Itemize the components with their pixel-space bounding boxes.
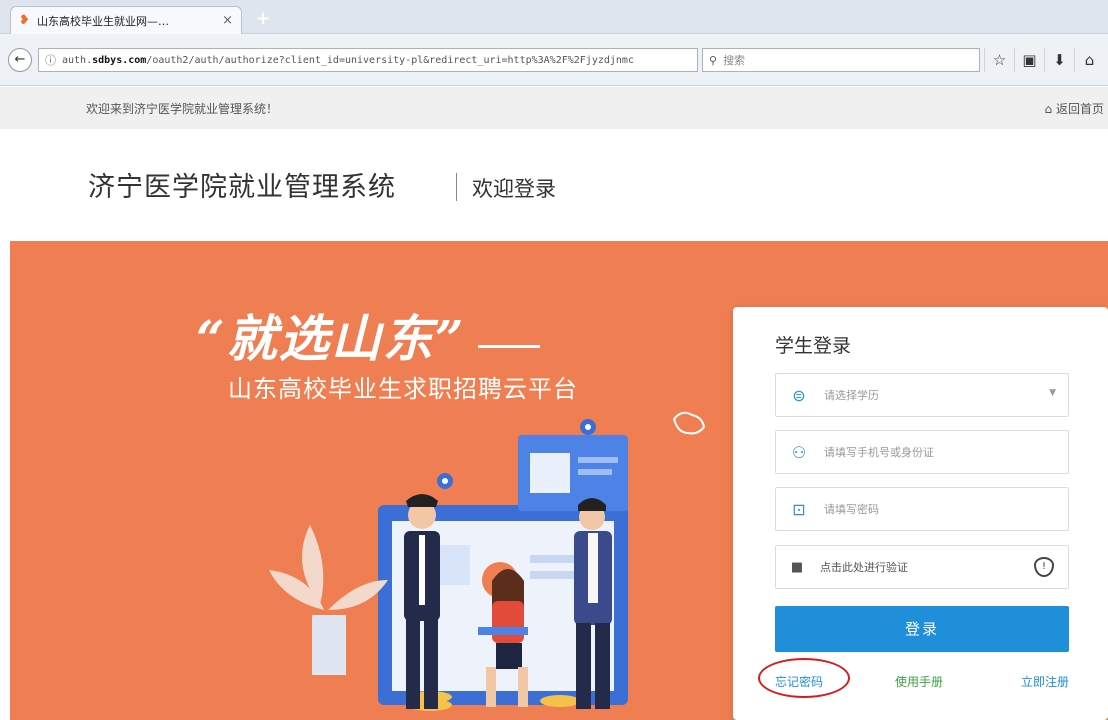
url-path: /oauth2/auth/authorize?client_id=univers… <box>146 54 634 66</box>
address-bar[interactable]: ⓘ auth. sdbys.com /oauth2/auth/authorize… <box>38 48 698 72</box>
search-placeholder: 搜索 <box>723 54 746 67</box>
home-icon[interactable]: ⌂ <box>1074 48 1104 72</box>
verify-text: 点击此处进行验证 <box>820 561 908 574</box>
title-divider <box>456 173 457 201</box>
lock-icon: ⊡ <box>792 499 806 519</box>
login-title: 学生登录 <box>775 335 852 357</box>
new-tab-button[interactable]: + <box>252 8 274 30</box>
shield-icon: ! <box>1034 557 1054 577</box>
welcome-login-text: 欢迎登录 <box>472 177 556 201</box>
banner-slogan: “就选山东” <box>196 309 466 368</box>
padlock-icon: ■ <box>790 559 804 575</box>
browser-tab-bar: ❥ 山东高校毕业生就业网—… × + <box>0 0 1108 34</box>
user-icon: ⚇ <box>791 442 807 462</box>
password-input[interactable]: ⊡ 请填写密码 <box>775 487 1069 531</box>
search-icon: ⚲ <box>709 53 718 67</box>
annotation-circle <box>758 658 850 698</box>
browser-tab[interactable]: ❥ 山东高校毕业生就业网—… × <box>10 6 242 34</box>
browser-nav-bar: ← ⓘ auth. sdbys.com /oauth2/auth/authori… <box>0 34 1108 86</box>
url-host: sdbys.com <box>92 54 147 66</box>
password-placeholder: 请填写密码 <box>824 503 879 516</box>
home-link-label: 返回首页 <box>1055 102 1104 116</box>
pointing-hand-icon <box>672 411 706 435</box>
education-select[interactable]: ⊜ 请选择学历 ▼ <box>775 373 1069 417</box>
system-title: 济宁医学院就业管理系统 <box>88 172 396 203</box>
tab-close-icon[interactable]: × <box>222 13 233 28</box>
user-manual-link[interactable]: 使用手册 <box>895 673 943 690</box>
download-icon[interactable]: ⬇ <box>1044 48 1074 72</box>
chevron-down-icon: ▼ <box>1049 388 1056 398</box>
username-input[interactable]: ⚇ 请填写手机号或身份证 <box>775 430 1069 474</box>
login-button[interactable]: 登录 <box>775 606 1069 652</box>
home-link[interactable]: ⌂ 返回首页 <box>1045 100 1104 117</box>
site-top-bar: 欢迎来到济宁医学院就业管理系统！ ⌂ 返回首页 <box>0 87 1108 129</box>
banner-illustration <box>269 411 706 711</box>
site-info-icon[interactable]: ⓘ <box>45 52 56 68</box>
url-prefix: auth. <box>62 54 93 66</box>
site-header: 济宁医学院就业管理系统 欢迎登录 <box>0 129 1108 241</box>
plant-decoration <box>269 525 388 610</box>
education-icon: ⊜ <box>792 385 806 405</box>
site-favicon-icon: ❥ <box>19 12 30 28</box>
bookmarks-icon[interactable]: ▣ <box>1014 48 1044 72</box>
username-placeholder: 请填写手机号或身份证 <box>824 446 934 459</box>
welcome-text: 欢迎来到济宁医学院就业管理系统！ <box>86 102 279 116</box>
back-button[interactable]: ← <box>8 48 32 72</box>
captcha-verify-button[interactable]: ■ 点击此处进行验证 ! <box>775 545 1069 589</box>
star-icon[interactable]: ☆ <box>984 48 1014 72</box>
banner-subslogan: 山东高校毕业生求职招聘云平台 <box>228 375 578 403</box>
browser-toolbar-icons: ☆ ▣ ⬇ ⌂ <box>984 48 1104 72</box>
register-link[interactable]: 立即注册 <box>1021 673 1069 690</box>
education-select-value: 请选择学历 <box>824 389 879 402</box>
tab-title: 山东高校毕业生就业网—… <box>37 14 169 28</box>
browser-search-input[interactable]: ⚲ 搜索 <box>702 48 980 72</box>
house-icon: ⌂ <box>1044 102 1053 116</box>
slogan-dash-line <box>478 345 540 348</box>
